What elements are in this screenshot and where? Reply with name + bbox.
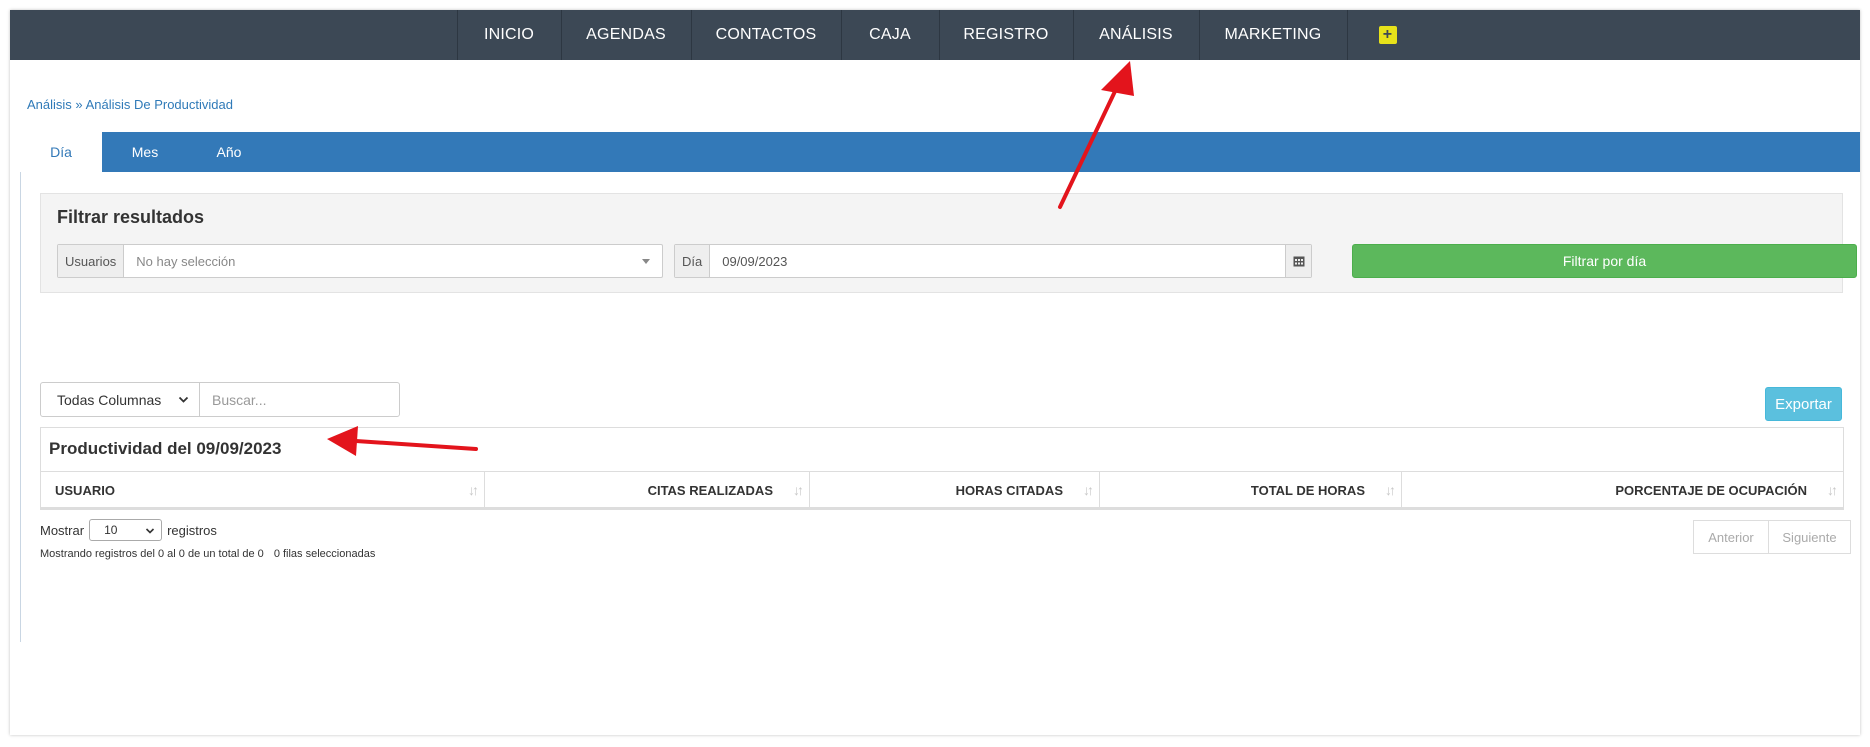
- column-header-label: TOTAL DE HORAS: [1250, 482, 1365, 498]
- column-header-citas[interactable]: CITAS REALIZADAS ↓↑: [485, 472, 810, 508]
- nav-item-inicio[interactable]: INICIO: [458, 10, 562, 60]
- column-select-value: Todas Columnas: [57, 391, 162, 408]
- content-border: [20, 172, 21, 642]
- tab-ano[interactable]: Año: [188, 132, 270, 172]
- sort-icon: ↓↑: [1385, 482, 1396, 498]
- nav-item-caja[interactable]: CAJA: [842, 10, 940, 60]
- app-window: INICIO AGENDAS CONTACTOS CAJA REGISTRO A…: [10, 10, 1860, 735]
- column-header-horas-citadas[interactable]: HORAS CITADAS ↓↑: [810, 472, 1100, 508]
- show-label: Mostrar: [40, 522, 85, 538]
- sort-icon: ↓↑: [793, 482, 804, 498]
- page-length-value: 10: [104, 523, 118, 537]
- table-caption: Productividad del 09/09/2023: [49, 439, 282, 458]
- nav-item-contactos[interactable]: CONTACTOS: [692, 10, 842, 60]
- chevron-down-icon: [145, 528, 155, 534]
- next-page-button[interactable]: Siguiente: [1769, 520, 1851, 554]
- column-select[interactable]: Todas Columnas: [40, 382, 200, 417]
- chevron-down-icon: [178, 396, 189, 403]
- day-filter[interactable]: Día 09/09/2023: [674, 244, 1312, 278]
- plus-icon: +: [1378, 26, 1397, 44]
- filter-panel: Filtrar resultados Usuarios No hay selec…: [40, 193, 1857, 293]
- sort-icon: ↓↑: [468, 482, 479, 498]
- tab-dia[interactable]: Día: [20, 132, 102, 172]
- nav-item-add[interactable]: +: [1348, 10, 1428, 60]
- calendar-icon[interactable]: [1285, 245, 1311, 277]
- sort-icon: ↓↑: [1827, 482, 1838, 498]
- column-header-ocupacion[interactable]: PORCENTAJE DE OCUPACIÓN ↓↑: [1402, 472, 1843, 508]
- previous-page-button[interactable]: Anterior: [1693, 520, 1769, 554]
- column-header-usuario[interactable]: USUARIO ↓↑: [41, 472, 485, 508]
- users-select[interactable]: No hay selección: [124, 245, 642, 277]
- day-label: Día: [675, 245, 711, 277]
- nav-item-agendas[interactable]: AGENDAS: [562, 10, 692, 60]
- column-header-label: HORAS CITADAS: [955, 482, 1063, 498]
- breadcrumb-current-link[interactable]: Análisis De Productividad: [86, 97, 233, 112]
- column-header-total-horas[interactable]: TOTAL DE HORAS ↓↑: [1100, 472, 1402, 508]
- day-input[interactable]: 09/09/2023: [710, 245, 1285, 277]
- nav-item-registro[interactable]: REGISTRO: [940, 10, 1074, 60]
- records-label: registros: [167, 522, 217, 538]
- selected-info: 0 filas seleccionadas: [273, 548, 376, 560]
- column-header-label: USUARIO: [55, 482, 115, 498]
- breadcrumb-separator: »: [75, 97, 83, 112]
- filter-title: Filtrar resultados: [57, 207, 205, 227]
- productivity-table: Productividad del 09/09/2023 USUARIO ↓↑ …: [40, 427, 1844, 510]
- page-length-control: Mostrar 10 registros: [40, 519, 217, 541]
- tab-mes[interactable]: Mes: [102, 132, 188, 172]
- search-input[interactable]: Buscar...: [199, 382, 400, 417]
- users-filter[interactable]: Usuarios No hay selección: [57, 244, 663, 278]
- export-button[interactable]: Exportar: [1765, 387, 1842, 421]
- table-header-row: USUARIO ↓↑ CITAS REALIZADAS ↓↑ HORAS CIT…: [41, 471, 1843, 509]
- page-length-select[interactable]: 10: [89, 519, 163, 541]
- breadcrumb-root-link[interactable]: Análisis: [27, 97, 72, 112]
- sort-icon: ↓↑: [1083, 482, 1094, 498]
- table-info: Mostrando registros del 0 al 0 de un tot…: [40, 548, 375, 560]
- nav-item-analisis[interactable]: ANÁLISIS: [1074, 10, 1200, 60]
- period-tabs: Día Mes Año: [20, 132, 1860, 172]
- column-header-label: CITAS REALIZADAS: [647, 482, 773, 498]
- records-info: Mostrando registros del 0 al 0 de un tot…: [40, 548, 264, 560]
- caret-down-icon: [642, 258, 650, 264]
- pagination: Anterior Siguiente: [1693, 520, 1851, 554]
- breadcrumb: Análisis » Análisis De Productividad: [27, 97, 233, 112]
- column-header-label: PORCENTAJE DE OCUPACIÓN: [1615, 482, 1807, 498]
- users-label: Usuarios: [58, 245, 125, 277]
- filter-by-day-button[interactable]: Filtrar por día: [1352, 244, 1857, 278]
- nav-item-marketing[interactable]: MARKETING: [1200, 10, 1348, 60]
- top-navigation: INICIO AGENDAS CONTACTOS CAJA REGISTRO A…: [10, 10, 1860, 60]
